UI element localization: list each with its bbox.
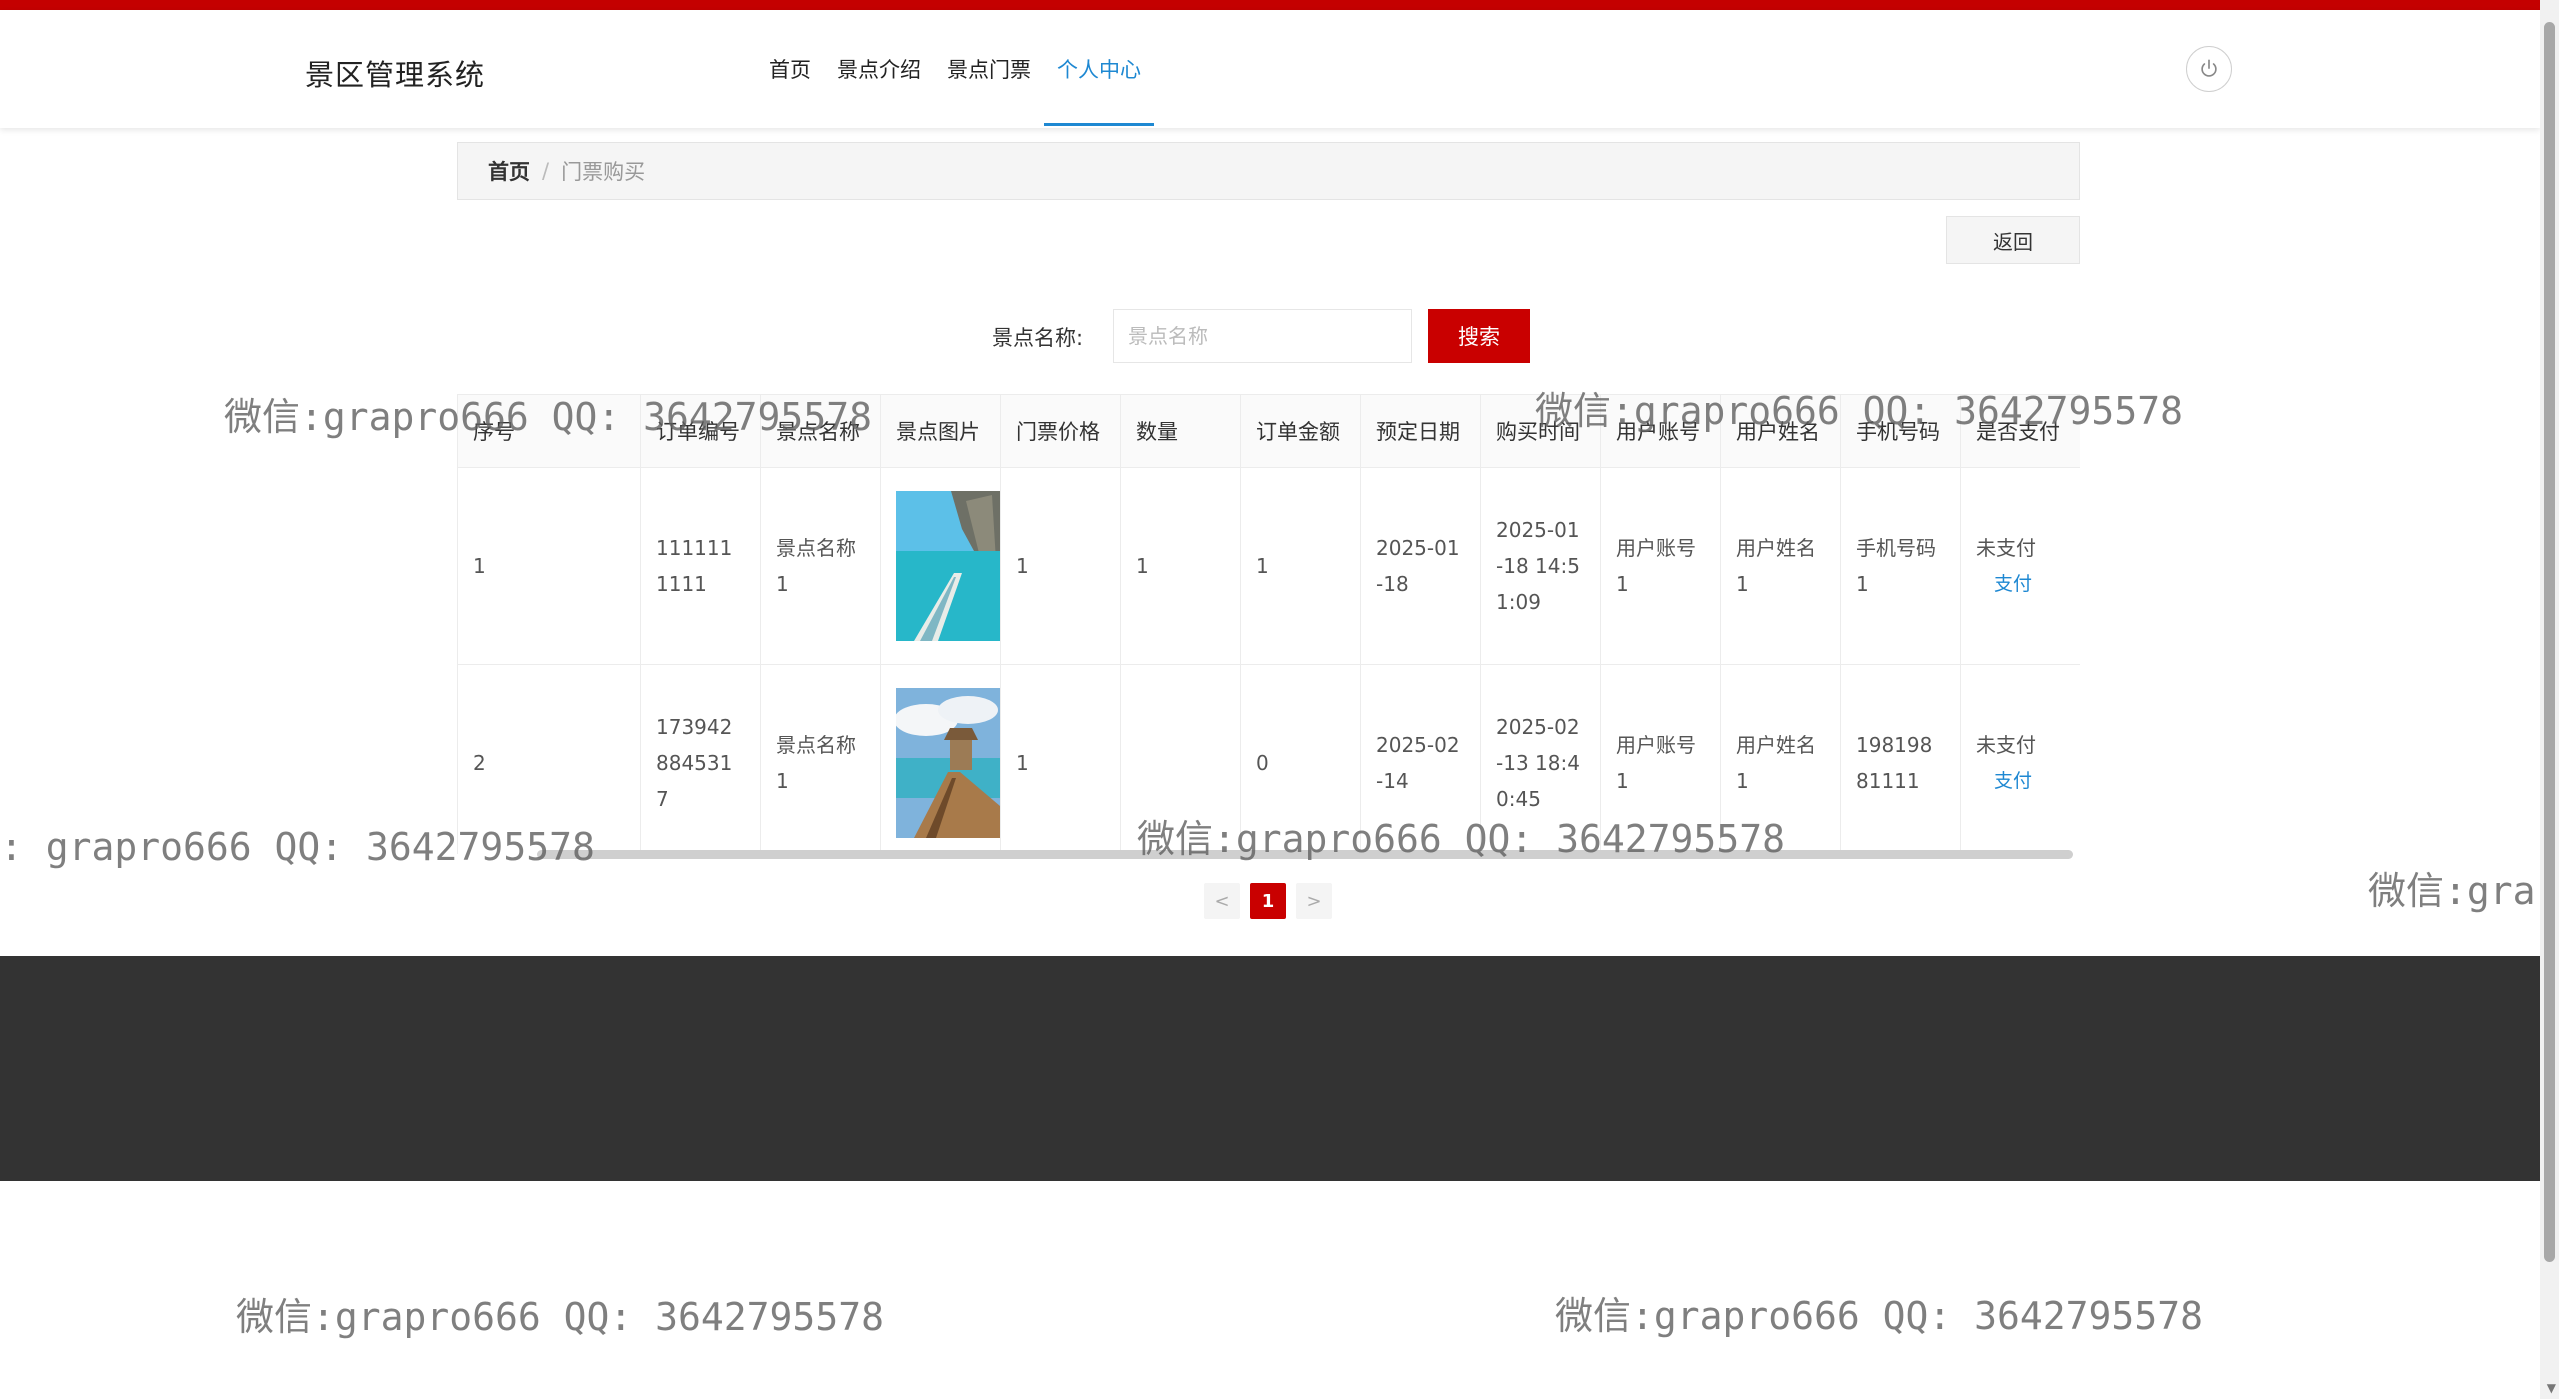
cell-amount: 0 bbox=[1240, 664, 1361, 854]
cell-spot-name: 景点名称1 bbox=[760, 467, 881, 665]
cell-paid-status: 未支付 支付 bbox=[1960, 467, 2080, 665]
cell-phone: 手机号码1 bbox=[1840, 467, 1961, 665]
search-label: 景点名称: bbox=[992, 326, 1084, 350]
cell-spot-name: 景点名称1 bbox=[760, 664, 881, 854]
pay-link[interactable]: 支付 bbox=[1976, 763, 2065, 799]
spot-name-search-input[interactable] bbox=[1113, 309, 1412, 363]
logout-button[interactable] bbox=[2186, 46, 2232, 92]
cell-user-name: 用户姓名1 bbox=[1720, 467, 1841, 665]
cell-user-name: 用户姓名1 bbox=[1720, 664, 1841, 854]
search-button[interactable]: 搜索 bbox=[1428, 309, 1530, 363]
breadcrumb-current: 门票购买 bbox=[561, 160, 646, 184]
column-header: 是否支付 bbox=[1960, 394, 2080, 468]
breadcrumb: 首页 / 门票购买 bbox=[457, 142, 2080, 200]
column-header: 序号 bbox=[457, 394, 641, 468]
cell-order-no: 1111111111 bbox=[640, 467, 761, 665]
top-accent-bar bbox=[0, 0, 2540, 10]
scroll-down-arrow-icon[interactable]: ▼ bbox=[2547, 1381, 2556, 1395]
pay-link[interactable]: 支付 bbox=[1976, 566, 2065, 602]
page-vertical-scrollbar[interactable]: ▼ bbox=[2540, 0, 2559, 1399]
table-horizontal-scrollbar[interactable] bbox=[537, 850, 2073, 859]
column-header: 数量 bbox=[1120, 394, 1241, 468]
cell-quantity bbox=[1120, 664, 1241, 854]
column-header: 订单金额 bbox=[1240, 394, 1361, 468]
cell-spot-image bbox=[880, 467, 1001, 665]
site-footer bbox=[0, 956, 2540, 1181]
paid-status-text: 未支付 bbox=[1976, 733, 2036, 757]
column-header: 手机号码 bbox=[1840, 394, 1961, 468]
cell-quantity: 1 bbox=[1120, 467, 1241, 665]
nav-home[interactable]: 首页 bbox=[756, 10, 824, 128]
cell-paid-status: 未支付 支付 bbox=[1960, 664, 2080, 854]
cell-spot-image bbox=[880, 664, 1001, 854]
column-header: 订单编号 bbox=[640, 394, 761, 468]
column-header: 预定日期 bbox=[1360, 394, 1481, 468]
orders-table: 序号 订单编号 景点名称 景点图片 门票价格 数量 订单金额 预定日期 购买时间… bbox=[457, 394, 2080, 854]
watermark-text: 微信:gra bbox=[2368, 869, 2536, 913]
pagination: < 1 > bbox=[1204, 883, 1332, 919]
column-header: 用户姓名 bbox=[1720, 394, 1841, 468]
nav-personal-center[interactable]: 个人中心 bbox=[1044, 10, 1154, 128]
breadcrumb-separator: / bbox=[542, 159, 550, 183]
cell-account: 用户账号1 bbox=[1600, 664, 1721, 854]
nav-spot-intro[interactable]: 景点介绍 bbox=[824, 10, 934, 128]
paid-status-text: 未支付 bbox=[1976, 536, 2036, 560]
column-header: 景点图片 bbox=[880, 394, 1001, 468]
cell-index: 1 bbox=[457, 467, 641, 665]
pagination-prev-button[interactable]: < bbox=[1204, 883, 1240, 919]
table-header-row: 序号 订单编号 景点名称 景点图片 门票价格 数量 订单金额 预定日期 购买时间… bbox=[457, 394, 2080, 468]
power-icon bbox=[2201, 59, 2217, 77]
watermark-text: 微信:grapro666 QQ: 3642795578 bbox=[236, 1295, 884, 1339]
site-header: 景区管理系统 首页 景点介绍 景点门票 个人中心 bbox=[0, 10, 2540, 128]
cell-price: 1 bbox=[1000, 664, 1121, 854]
pagination-page-1[interactable]: 1 bbox=[1250, 883, 1286, 919]
column-header: 景点名称 bbox=[760, 394, 881, 468]
column-header: 购买时间 bbox=[1480, 394, 1601, 468]
cell-reserve-date: 2025-01-18 bbox=[1360, 467, 1481, 665]
back-button[interactable]: 返回 bbox=[1946, 216, 2080, 264]
cell-reserve-date: 2025-02-14 bbox=[1360, 664, 1481, 854]
cell-purchase-time: 2025-01-18 14:51:09 bbox=[1480, 467, 1601, 665]
table-row: 2 1739428845317 景点名称1 1 0 2025-02-14 202… bbox=[457, 664, 2080, 854]
spot-thumbnail-image bbox=[896, 688, 1000, 838]
column-header: 门票价格 bbox=[1000, 394, 1121, 468]
pagination-next-button[interactable]: > bbox=[1296, 883, 1332, 919]
spot-thumbnail-image bbox=[896, 491, 1000, 641]
cell-order-no: 1739428845317 bbox=[640, 664, 761, 854]
cell-amount: 1 bbox=[1240, 467, 1361, 665]
column-header: 用户账号 bbox=[1600, 394, 1721, 468]
breadcrumb-home[interactable]: 首页 bbox=[488, 156, 530, 186]
scrollbar-thumb[interactable] bbox=[2544, 22, 2555, 1262]
watermark-text: 微信:grapro666 QQ: 3642795578 bbox=[1555, 1294, 2203, 1338]
cell-price: 1 bbox=[1000, 467, 1121, 665]
site-brand[interactable]: 景区管理系统 bbox=[305, 52, 485, 94]
orders-table-container: 序号 订单编号 景点名称 景点图片 门票价格 数量 订单金额 预定日期 购买时间… bbox=[457, 394, 2080, 854]
nav-spot-tickets[interactable]: 景点门票 bbox=[934, 10, 1044, 128]
cell-phone: 19819881111 bbox=[1840, 664, 1961, 854]
main-nav: 首页 景点介绍 景点门票 个人中心 bbox=[756, 10, 1154, 128]
table-row: 1 1111111111 景点名称1 1 1 1 2025-01-18 2025… bbox=[457, 467, 2080, 665]
cell-purchase-time: 2025-02-13 18:40:45 bbox=[1480, 664, 1601, 854]
cell-account: 用户账号1 bbox=[1600, 467, 1721, 665]
cell-index: 2 bbox=[457, 664, 641, 854]
